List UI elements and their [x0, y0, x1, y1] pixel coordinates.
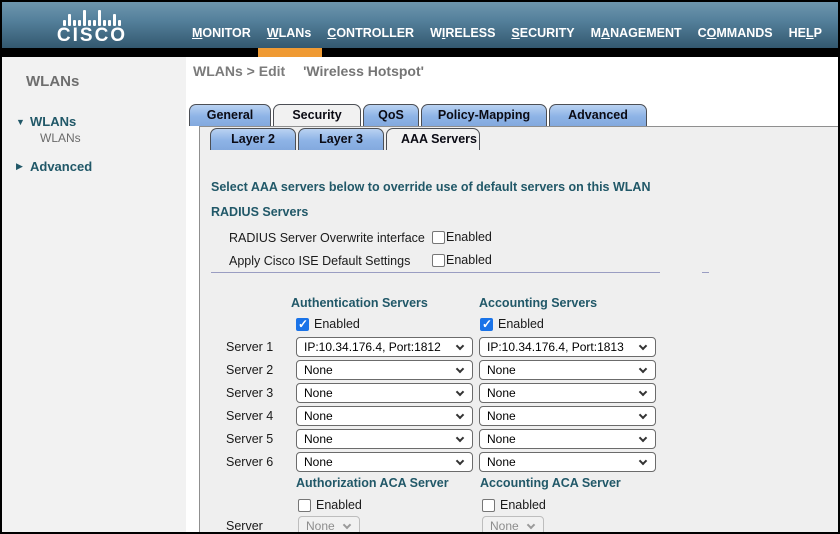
main-menu: MONITOR WLANs CONTROLLER WIRELESS SECURI… — [192, 26, 822, 40]
server4-acct-select[interactable]: None — [479, 406, 656, 426]
radius-overwrite-label: RADIUS Server Overwrite interface — [229, 231, 425, 245]
server-row-label: Server 1 — [226, 340, 274, 354]
cisco-brand-name: CISCO — [56, 25, 128, 46]
chevron-down-icon — [455, 433, 465, 443]
sidebar-item-wlans-child[interactable]: WLANs — [40, 131, 186, 145]
top-navigation-bar: CISCO MONITOR WLANs CONTROLLER WIRELESS … — [2, 2, 838, 48]
server2-auth-select[interactable]: None — [296, 360, 473, 380]
server6-auth-select[interactable]: None — [296, 452, 473, 472]
sidebar-item-advanced[interactable]: ▶ Advanced — [16, 159, 186, 174]
nav-help[interactable]: HELP — [789, 26, 822, 40]
tab-policy-mapping[interactable]: Policy-Mapping — [421, 104, 547, 126]
chevron-down-icon — [455, 387, 465, 397]
subtab-layer3[interactable]: Layer 3 — [298, 128, 384, 150]
server1-auth-select[interactable]: IP:10.34.176.4, Port:1812 — [296, 337, 473, 357]
sidebar: WLANs ▼ WLANs WLANs ▶ Advanced — [2, 57, 186, 532]
server6-acct-select[interactable]: None — [479, 452, 656, 472]
acct-aca-checkbox[interactable] — [482, 498, 495, 512]
authorization-aca-header: Authorization ACA Server — [296, 476, 449, 490]
ise-default-row: Enabled — [432, 253, 492, 267]
server-row-label: Server 2 — [226, 363, 274, 377]
chevron-down-icon — [638, 410, 648, 420]
acct-enabled-label: Enabled — [498, 317, 544, 331]
section-divider-fragment — [702, 272, 709, 273]
tab-qos[interactable]: QoS — [363, 104, 419, 126]
ise-default-checkbox[interactable] — [432, 253, 445, 267]
server3-acct-select[interactable]: None — [479, 383, 656, 403]
authz-aca-enabled-row: Enabled — [298, 498, 362, 512]
nav-commands[interactable]: COMMANDS — [698, 26, 773, 40]
server4-auth-select[interactable]: None — [296, 406, 473, 426]
chevron-down-icon — [638, 364, 648, 374]
breadcrumb-entity: 'Wireless Hotspot' — [303, 63, 424, 79]
server-row-label: Server 6 — [226, 455, 274, 469]
tab-general[interactable]: General — [189, 104, 271, 126]
radius-overwrite-row: Enabled — [432, 230, 492, 244]
auth-enabled-row: Enabled — [296, 317, 360, 331]
collapsed-arrow-icon[interactable]: ▶ — [16, 161, 30, 172]
radius-overwrite-enabled-label: Enabled — [446, 230, 492, 244]
sidebar-tree: ▼ WLANs WLANs ▶ Advanced — [2, 114, 186, 174]
server-row-label: Server 5 — [226, 432, 274, 446]
radius-servers-heading: RADIUS Servers — [211, 205, 309, 219]
sidebar-item-wlans[interactable]: ▼ WLANs — [16, 114, 186, 129]
server1-acct-select[interactable]: IP:10.34.176.4, Port:1813 — [479, 337, 656, 357]
authz-aca-server-select[interactable]: None — [298, 516, 360, 532]
authentication-servers-header: Authentication Servers — [291, 296, 428, 310]
accounting-aca-header: Accounting ACA Server — [480, 476, 621, 490]
radius-overwrite-checkbox[interactable] — [432, 230, 445, 244]
nav-underline-strip — [2, 48, 838, 57]
server5-auth-select[interactable]: None — [296, 429, 473, 449]
breadcrumb: WLANs > Edit 'Wireless Hotspot' — [193, 63, 424, 79]
nav-security[interactable]: SECURITY — [511, 26, 574, 40]
acct-aca-server-select[interactable]: None — [482, 516, 544, 532]
nav-management[interactable]: MANAGEMENT — [591, 26, 682, 40]
server-row-label: Server 4 — [226, 409, 274, 423]
tab-security[interactable]: Security — [273, 104, 361, 126]
ise-enabled-label: Enabled — [446, 253, 492, 267]
nav-wireless[interactable]: WIRELESS — [430, 26, 495, 40]
ise-default-label: Apply Cisco ISE Default Settings — [229, 254, 411, 268]
expanded-arrow-icon[interactable]: ▼ — [16, 117, 30, 127]
chevron-down-icon — [638, 433, 648, 443]
cisco-signal-bars-icon — [32, 6, 152, 26]
aaa-intro-text: Select AAA servers below to override use… — [211, 180, 651, 194]
active-nav-indicator — [258, 48, 322, 57]
server-row-label: Server 3 — [226, 386, 274, 400]
chevron-down-icon — [455, 341, 465, 351]
auth-enabled-label: Enabled — [314, 317, 360, 331]
chevron-down-icon — [638, 387, 648, 397]
server5-acct-select[interactable]: None — [479, 429, 656, 449]
chevron-down-icon — [638, 341, 648, 351]
chevron-down-icon — [638, 456, 648, 466]
cisco-logo: CISCO — [32, 3, 152, 46]
section-divider — [211, 272, 660, 273]
tab-advanced[interactable]: Advanced — [549, 104, 647, 126]
nav-monitor[interactable]: MONITOR — [192, 26, 251, 40]
chevron-down-icon — [342, 520, 352, 530]
breadcrumb-path: WLANs > Edit — [193, 63, 286, 79]
chevron-down-icon — [455, 364, 465, 374]
subtab-layer2[interactable]: Layer 2 — [210, 128, 296, 150]
sidebar-title: WLANs — [26, 73, 80, 90]
nav-controller[interactable]: CONTROLLER — [327, 26, 414, 40]
acct-aca-enabled-label: Enabled — [500, 498, 546, 512]
nav-wlans[interactable]: WLANs — [267, 26, 311, 40]
chevron-down-icon — [526, 520, 536, 530]
subtab-aaa-servers[interactable]: AAA Servers — [386, 128, 480, 150]
aca-server-label: Server — [226, 519, 263, 533]
acct-enabled-row: Enabled — [480, 317, 544, 331]
chevron-down-icon — [455, 410, 465, 420]
wlc-edit-page: CISCO MONITOR WLANs CONTROLLER WIRELESS … — [0, 0, 840, 534]
accounting-servers-header: Accounting Servers — [479, 296, 598, 310]
acct-enabled-checkbox[interactable] — [480, 317, 493, 331]
server3-auth-select[interactable]: None — [296, 383, 473, 403]
authz-aca-enabled-label: Enabled — [316, 498, 362, 512]
acct-aca-enabled-row: Enabled — [482, 498, 546, 512]
auth-enabled-checkbox[interactable] — [296, 317, 309, 331]
chevron-down-icon — [455, 456, 465, 466]
server2-acct-select[interactable]: None — [479, 360, 656, 380]
authz-aca-checkbox[interactable] — [298, 498, 311, 512]
